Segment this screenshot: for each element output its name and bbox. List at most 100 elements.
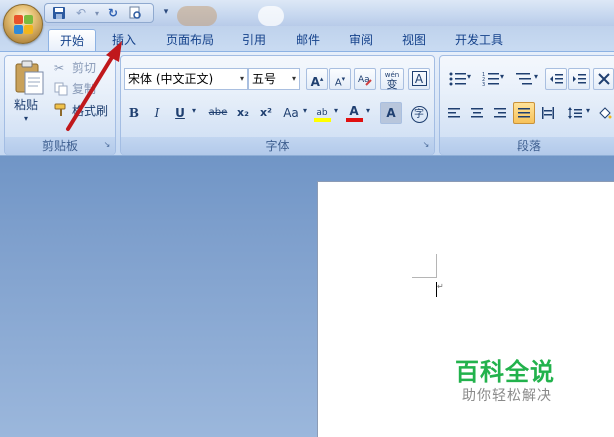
- multilevel-list-icon: [516, 73, 532, 85]
- align-center-button[interactable]: [467, 102, 487, 124]
- redo-icon[interactable]: ↻: [105, 6, 121, 21]
- subscript-button[interactable]: x₂: [232, 102, 254, 124]
- numbered-list-icon: 123: [482, 72, 499, 88]
- title-blur: [177, 6, 217, 26]
- chevron-down-icon: ▾: [291, 74, 296, 83]
- align-right-icon: [494, 108, 506, 118]
- save-icon[interactable]: [51, 6, 67, 21]
- copy-label[interactable]: 复制: [72, 80, 96, 98]
- undo-icon[interactable]: ↶: [73, 6, 89, 21]
- format-painter-label[interactable]: 格式刷: [72, 102, 108, 120]
- tab-insert[interactable]: 插入: [104, 29, 144, 51]
- highlight-color-bar: [314, 118, 331, 122]
- superscript-button[interactable]: x²: [255, 102, 277, 124]
- increase-indent-icon: [573, 74, 586, 84]
- font-size-value: 五号: [252, 72, 277, 86]
- font-name-value: 宋体 (中文正文): [128, 72, 214, 86]
- tab-developer[interactable]: 开发工具: [449, 29, 509, 51]
- font-launcher-icon[interactable]: ↘: [421, 140, 431, 150]
- align-center-icon: [471, 108, 483, 118]
- customize-qat-icon[interactable]: ▾: [160, 5, 172, 19]
- paste-label[interactable]: 粘贴: [14, 96, 38, 114]
- shrink-font-label: A: [334, 77, 342, 89]
- font-name-combo[interactable]: 宋体 (中文正文) ▾: [124, 68, 248, 90]
- bullet-list-icon: [449, 72, 466, 86]
- paint-bucket-icon: [599, 107, 612, 119]
- align-left-icon: [448, 108, 460, 118]
- enclose-characters-label: 字: [410, 106, 428, 123]
- distribute-button[interactable]: [538, 102, 558, 124]
- office-logo-icon: [14, 15, 34, 35]
- highlight-dropdown-icon[interactable]: ▾: [334, 106, 338, 115]
- bold-button[interactable]: B: [124, 102, 144, 124]
- character-shading-button[interactable]: A: [380, 102, 402, 124]
- cut-label[interactable]: 剪切: [72, 59, 96, 77]
- tab-page-layout[interactable]: 页面布局: [158, 29, 222, 51]
- font-color-label: A: [349, 104, 359, 118]
- clear-format-icon: Aa: [358, 75, 372, 86]
- bullets-dropdown-icon[interactable]: ▾: [467, 72, 471, 81]
- paragraph-group-title: 段落: [440, 137, 614, 155]
- tab-view[interactable]: 视图: [394, 29, 434, 51]
- change-case-button[interactable]: Aa: [279, 102, 303, 124]
- underline-dropdown-icon[interactable]: ▾: [192, 106, 196, 115]
- tab-mailings[interactable]: 邮件: [288, 29, 328, 51]
- character-border-button[interactable]: A: [408, 68, 430, 90]
- justify-button[interactable]: [513, 102, 535, 124]
- chevron-down-icon: ▾: [239, 74, 244, 83]
- margin-corner-mark: [412, 277, 436, 278]
- line-spacing-icon: [568, 107, 582, 119]
- increase-indent-button[interactable]: [568, 68, 590, 90]
- tab-references[interactable]: 引用: [234, 29, 274, 51]
- shrink-font-button[interactable]: A▾: [329, 68, 351, 90]
- undo-dropdown-icon[interactable]: ▾: [89, 6, 105, 21]
- align-right-button[interactable]: [490, 102, 510, 124]
- distributed-align-icon: [542, 107, 554, 119]
- watermark-title: 百科全说: [455, 358, 555, 386]
- clipboard-group-title: 剪贴板: [5, 137, 115, 155]
- underline-button[interactable]: U: [170, 102, 190, 124]
- clear-format-button[interactable]: Aa: [354, 68, 376, 90]
- character-border-label: A: [411, 71, 427, 86]
- tab-review[interactable]: 审阅: [341, 29, 381, 51]
- tab-home[interactable]: 开始: [48, 29, 96, 53]
- paste-icon[interactable]: [12, 60, 46, 98]
- cut-icon[interactable]: ✂: [54, 61, 68, 75]
- multilevel-dropdown-icon[interactable]: ▾: [534, 72, 538, 81]
- change-case-dropdown-icon[interactable]: ▾: [303, 106, 307, 115]
- align-left-button[interactable]: [444, 102, 464, 124]
- office-button[interactable]: [3, 4, 43, 44]
- line-spacing-button[interactable]: [563, 102, 587, 124]
- format-painter-icon[interactable]: [54, 103, 68, 117]
- watermark-subtitle: 助你轻松解决: [462, 388, 552, 404]
- italic-button[interactable]: I: [147, 102, 167, 124]
- shading-button[interactable]: [596, 102, 614, 124]
- copy-icon[interactable]: [54, 82, 68, 96]
- grow-font-label: A: [310, 75, 320, 89]
- quick-access-toolbar: ↶ ▾ ↻: [44, 3, 154, 23]
- font-color-bar: [346, 118, 363, 122]
- decrease-indent-button[interactable]: [545, 68, 567, 90]
- strikethrough-button[interactable]: abe: [205, 102, 231, 124]
- chinese-layout-button[interactable]: [593, 68, 614, 90]
- grow-font-button[interactable]: A▴: [306, 68, 328, 90]
- font-color-button[interactable]: A: [343, 102, 365, 124]
- clipboard-launcher-icon[interactable]: ↘: [102, 140, 112, 150]
- font-color-dropdown-icon[interactable]: ▾: [366, 106, 370, 115]
- svg-text:3: 3: [482, 82, 485, 87]
- title-blur: [258, 6, 284, 26]
- highlight-button[interactable]: ab: [311, 102, 333, 124]
- font-group-title: 字体: [121, 137, 434, 155]
- numbering-dropdown-icon[interactable]: ▾: [500, 72, 504, 81]
- paste-dropdown-icon[interactable]: ▾: [24, 114, 28, 123]
- print-preview-icon[interactable]: [127, 6, 143, 21]
- paragraph-mark-icon: ↵: [437, 282, 444, 291]
- enclose-characters-button[interactable]: 字: [408, 102, 430, 124]
- line-spacing-dropdown-icon[interactable]: ▾: [586, 106, 590, 115]
- decrease-indent-icon: [550, 74, 563, 84]
- highlight-label: ab: [316, 108, 328, 118]
- font-size-combo[interactable]: 五号 ▾: [248, 68, 300, 90]
- justify-icon: [518, 108, 530, 118]
- phonetic-guide-button[interactable]: wén 变: [380, 68, 404, 90]
- margin-corner-mark: [436, 254, 437, 278]
